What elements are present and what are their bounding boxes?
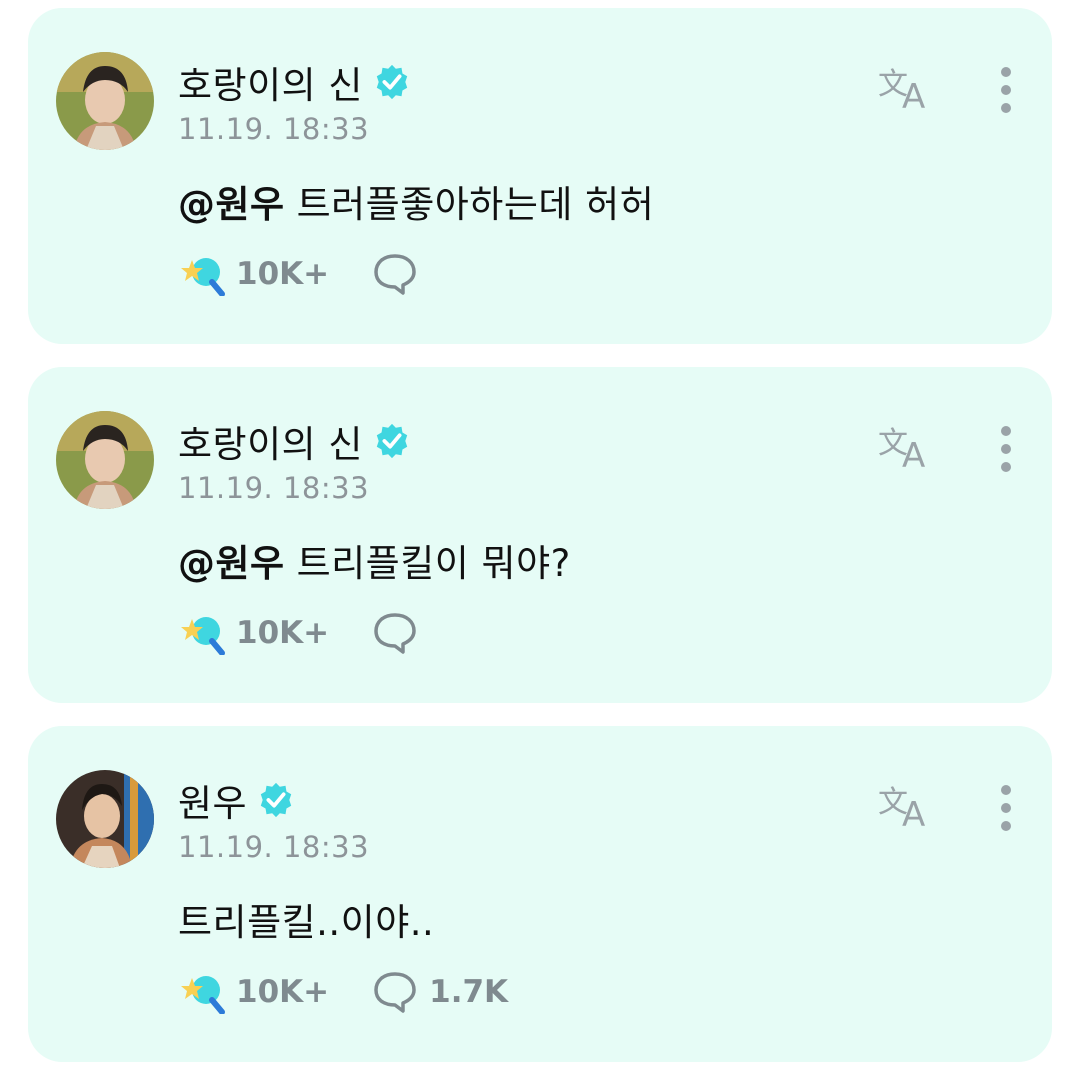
- verified-badge-icon: [260, 782, 292, 818]
- reaction-count: 10K+: [236, 256, 330, 292]
- mention-link[interactable]: @원우: [178, 183, 285, 226]
- avatar[interactable]: [56, 411, 154, 509]
- reaction-count: 10K+: [236, 615, 330, 651]
- translate-icon[interactable]: 文 A: [878, 423, 934, 469]
- verified-badge-icon: [376, 64, 408, 100]
- svg-text:A: A: [902, 795, 925, 828]
- post-timestamp: 11.19. 18:33: [178, 830, 370, 864]
- comment-bubble-icon[interactable]: [373, 253, 417, 295]
- post-card[interactable]: 호랑이의 신 11.19. 18:33 文 A @원우 트러플좋아하는데 허허 1…: [28, 8, 1052, 344]
- translate-icon[interactable]: 文 A: [878, 782, 934, 828]
- comment-bubble-icon[interactable]: [373, 612, 417, 654]
- post-text: 트리플킬..이야..: [178, 901, 435, 944]
- more-vertical-icon[interactable]: [996, 66, 1016, 114]
- post-timestamp: 11.19. 18:33: [178, 112, 370, 146]
- star-wand-reaction-icon[interactable]: [178, 611, 226, 655]
- svg-text:A: A: [902, 436, 925, 469]
- star-wand-reaction-icon[interactable]: [178, 970, 226, 1014]
- svg-text:A: A: [902, 77, 925, 110]
- post-message: @원우 트러플좋아하는데 허허: [178, 174, 654, 228]
- verified-badge-icon: [376, 423, 408, 459]
- mention-link[interactable]: @원우: [178, 542, 285, 585]
- avatar[interactable]: [56, 770, 154, 868]
- post-message: 트리플킬..이야..: [178, 892, 434, 946]
- avatar[interactable]: [56, 52, 154, 150]
- reaction-count: 10K+: [236, 974, 330, 1010]
- post-card[interactable]: 호랑이의 신 11.19. 18:33 文 A @원우 트리플킬이 뭐야? 10K…: [28, 367, 1052, 703]
- post-text: 트러플좋아하는데 허허: [296, 183, 655, 226]
- author-name[interactable]: 원우: [178, 773, 247, 827]
- post-card[interactable]: 원우 11.19. 18:33 文 A 트리플킬..이야.. 10K+ 1.7K: [28, 726, 1052, 1062]
- post-timestamp: 11.19. 18:33: [178, 471, 370, 505]
- author-name[interactable]: 호랑이의 신: [178, 414, 363, 468]
- more-vertical-icon[interactable]: [996, 425, 1016, 473]
- post-message: @원우 트리플킬이 뭐야?: [178, 533, 571, 587]
- comment-bubble-icon[interactable]: [373, 971, 417, 1013]
- post-text: 트리플킬이 뭐야?: [296, 542, 571, 585]
- star-wand-reaction-icon[interactable]: [178, 252, 226, 296]
- more-vertical-icon[interactable]: [996, 784, 1016, 832]
- author-name[interactable]: 호랑이의 신: [178, 55, 363, 109]
- translate-icon[interactable]: 文 A: [878, 64, 934, 110]
- comment-count: 1.7K: [429, 974, 509, 1010]
